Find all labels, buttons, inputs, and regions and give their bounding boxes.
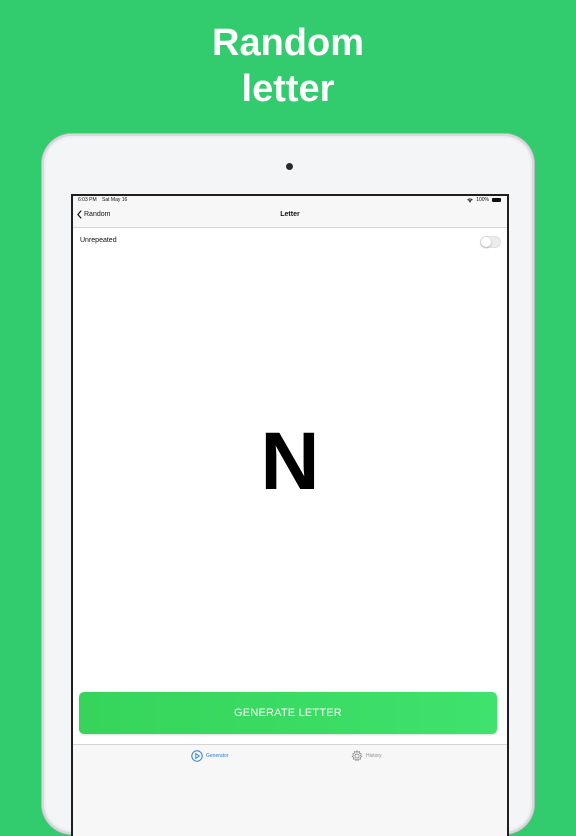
tab-bar: Generator History: [73, 744, 507, 836]
gear-icon: [351, 750, 363, 762]
unrepeated-toggle[interactable]: [480, 236, 501, 248]
front-camera: [286, 163, 293, 170]
battery-percent: 100%: [476, 197, 489, 203]
tab-generator-label: Generator: [206, 753, 229, 759]
page-title: Letter: [280, 211, 300, 218]
unrepeated-label: Unrepeated: [80, 237, 117, 244]
play-circle-icon: [191, 750, 203, 762]
tab-history-label: History: [366, 753, 382, 759]
generate-letter-button[interactable]: GENERATE LETTER: [79, 692, 497, 734]
navigation-bar: Random Letter: [73, 205, 507, 228]
tab-history[interactable]: History: [351, 750, 382, 762]
status-time: 6:03 PM: [78, 197, 97, 203]
toggle-knob: [481, 237, 491, 247]
tab-generator[interactable]: Generator: [191, 750, 229, 762]
headline-line-1: Random: [212, 22, 364, 64]
battery-icon: [492, 198, 501, 202]
promo-headline: Random letter: [0, 20, 576, 112]
headline-line-2: letter: [241, 68, 335, 110]
ipad-frame: 6:03 PM Sat May 16 100% Random Letter Un…: [42, 134, 534, 836]
status-bar: 6:03 PM Sat May 16 100%: [73, 196, 507, 205]
app-screen: 6:03 PM Sat May 16 100% Random Letter Un…: [71, 194, 509, 836]
unrepeated-option-row: Unrepeated: [73, 228, 507, 254]
generated-letter: N: [260, 416, 320, 507]
status-date: Sat May 16: [102, 197, 128, 203]
wifi-icon: [467, 198, 473, 203]
